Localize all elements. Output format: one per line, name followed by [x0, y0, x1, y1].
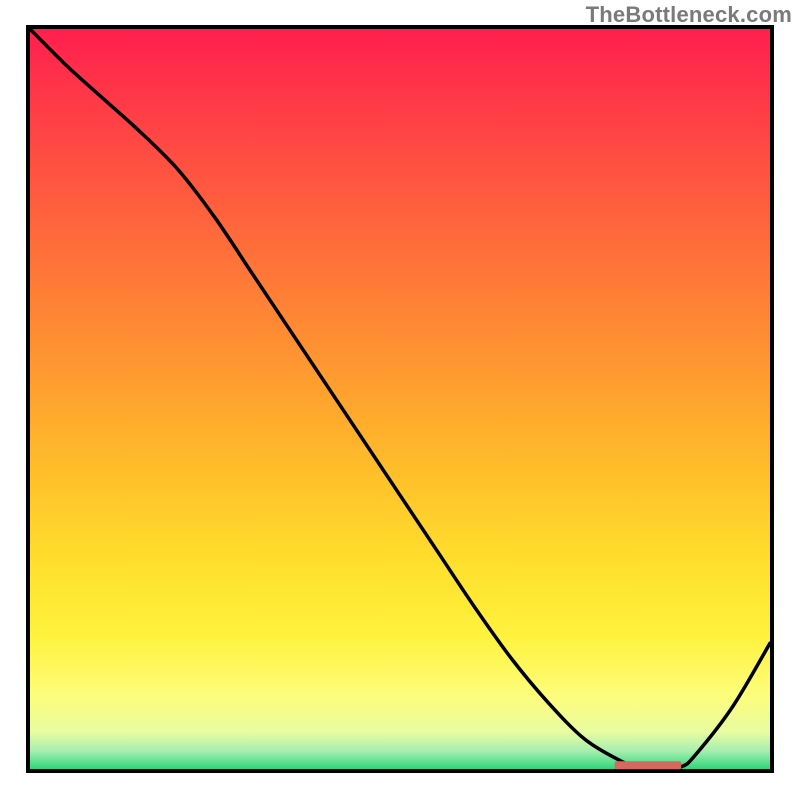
chart-svg [0, 0, 800, 800]
plot-background [30, 29, 770, 769]
flat-band-marker [615, 761, 682, 769]
watermark-text: TheBottleneck.com [586, 2, 792, 28]
chart-container: TheBottleneck.com [0, 0, 800, 800]
